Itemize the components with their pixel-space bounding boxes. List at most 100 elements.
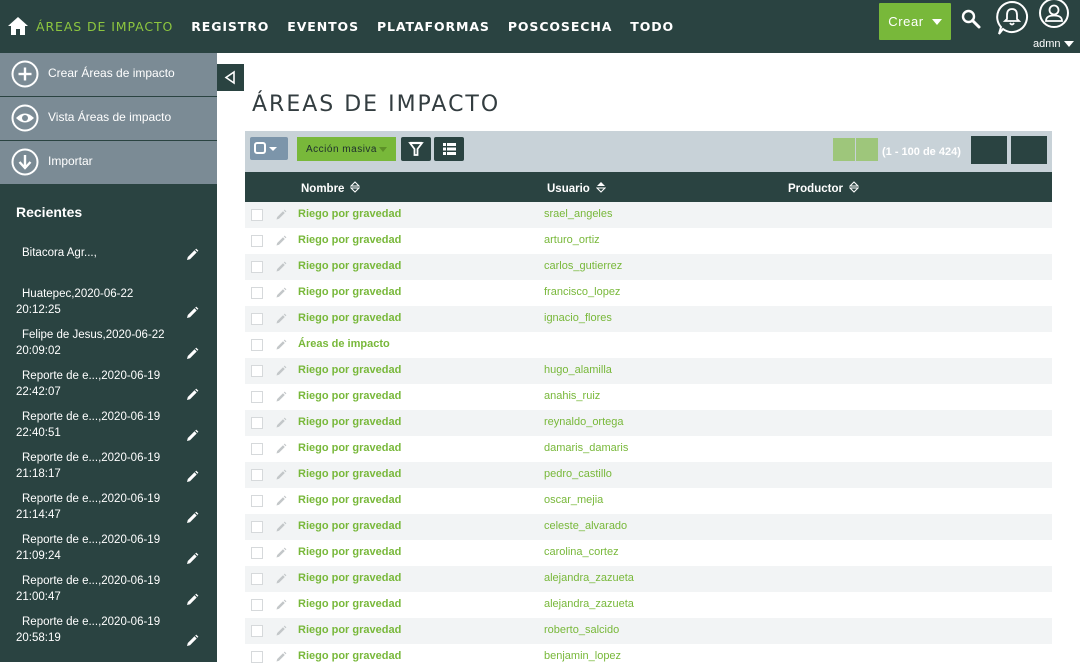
edit-icon[interactable] — [275, 287, 287, 299]
cell-nombre[interactable]: Riego por gravedad — [298, 494, 401, 506]
row-checkbox[interactable] — [251, 495, 263, 507]
nav-item-plataformas[interactable]: PLATAFORMAS — [377, 19, 490, 34]
edit-icon[interactable] — [275, 417, 287, 429]
edit-icon[interactable] — [275, 521, 287, 533]
sidebar-action-vista[interactable]: Vista Áreas de impacto — [0, 97, 217, 141]
cell-nombre[interactable]: Riego por gravedad — [298, 390, 401, 402]
crear-button[interactable]: Crear — [879, 3, 951, 40]
row-checkbox[interactable] — [251, 521, 263, 533]
cell-nombre[interactable]: Riego por gravedad — [298, 208, 401, 220]
nav-item-registro[interactable]: REGISTRO — [191, 19, 269, 34]
previous-page-button[interactable] — [856, 138, 878, 161]
cell-usuario[interactable]: ignacio_flores — [544, 312, 612, 324]
row-checkbox[interactable] — [251, 417, 263, 429]
row-checkbox[interactable] — [251, 651, 263, 663]
recent-item[interactable]: Reporte de e...,2020-06-19 21:09:24 — [0, 534, 217, 575]
cell-usuario[interactable]: benjamin_lopez — [544, 650, 621, 662]
bell-icon[interactable] — [995, 0, 1029, 36]
nav-item-eventos[interactable]: EVENTOS — [287, 19, 359, 34]
cell-usuario[interactable]: alejandra_zazueta — [544, 572, 634, 584]
cell-usuario[interactable]: oscar_mejia — [544, 494, 603, 506]
row-checkbox[interactable] — [251, 235, 263, 247]
cell-usuario[interactable]: celeste_alvarado — [544, 520, 627, 532]
edit-icon[interactable] — [185, 248, 199, 262]
edit-icon[interactable] — [185, 388, 199, 402]
cell-nombre[interactable]: Riego por gravedad — [298, 572, 401, 584]
edit-icon[interactable] — [275, 339, 287, 351]
cell-nombre[interactable]: Áreas de impacto — [298, 338, 390, 350]
cell-nombre[interactable]: Riego por gravedad — [298, 234, 401, 246]
sidebar-collapse-button[interactable] — [217, 64, 244, 91]
cell-nombre[interactable]: Riego por gravedad — [298, 650, 401, 662]
cell-nombre[interactable]: Riego por gravedad — [298, 546, 401, 558]
recent-item[interactable]: Reporte de e...,2020-06-19 22:42:07 — [0, 370, 217, 411]
row-checkbox[interactable] — [251, 287, 263, 299]
row-checkbox[interactable] — [251, 313, 263, 325]
user-icon[interactable] — [1038, 0, 1070, 30]
edit-icon[interactable] — [185, 306, 199, 320]
edit-icon[interactable] — [275, 443, 287, 455]
next-page-button[interactable] — [971, 136, 1007, 164]
last-page-button[interactable] — [1011, 136, 1047, 164]
edit-icon[interactable] — [275, 651, 287, 663]
columns-button[interactable] — [434, 137, 464, 161]
cell-usuario[interactable]: pedro_castillo — [544, 468, 612, 480]
edit-icon[interactable] — [275, 235, 287, 247]
cell-usuario[interactable]: arturo_ortiz — [544, 234, 600, 246]
mass-action-button[interactable]: Acción masiva — [297, 137, 396, 161]
sidebar-action-importar[interactable]: Importar — [0, 141, 217, 185]
edit-icon[interactable] — [275, 365, 287, 377]
column-header-nombre[interactable]: Nombre — [301, 181, 361, 195]
cell-usuario[interactable]: roberto_salcido — [544, 624, 619, 636]
edit-icon[interactable] — [275, 391, 287, 403]
cell-usuario[interactable]: francisco_lopez — [544, 286, 620, 298]
row-checkbox[interactable] — [251, 625, 263, 637]
cell-nombre[interactable]: Riego por gravedad — [298, 286, 401, 298]
edit-icon[interactable] — [275, 547, 287, 559]
user-menu[interactable]: admn — [1033, 38, 1074, 50]
recent-item[interactable]: Reporte de e...,2020-06-19 21:14:47 — [0, 493, 217, 534]
recent-item[interactable]: Huatepec,2020-06-22 20:12:25 — [0, 288, 217, 329]
edit-icon[interactable] — [185, 552, 199, 566]
row-checkbox[interactable] — [251, 339, 263, 351]
cell-nombre[interactable]: Riego por gravedad — [298, 520, 401, 532]
cell-usuario[interactable]: carlos_gutierrez — [544, 260, 622, 272]
row-checkbox[interactable] — [251, 573, 263, 585]
filter-button[interactable] — [401, 137, 431, 161]
column-header-usuario[interactable]: Usuario — [547, 181, 606, 195]
nav-item-areas-de-impacto[interactable]: ÁREAS DE IMPACTO — [36, 19, 173, 34]
cell-usuario[interactable]: srael_angeles — [544, 208, 613, 220]
recent-item[interactable]: Felipe de Jesus,2020-06-22 20:09:02 — [0, 329, 217, 370]
edit-icon[interactable] — [185, 511, 199, 525]
row-checkbox[interactable] — [251, 599, 263, 611]
edit-icon[interactable] — [185, 634, 199, 648]
row-checkbox[interactable] — [251, 261, 263, 273]
edit-icon[interactable] — [275, 313, 287, 325]
edit-icon[interactable] — [275, 469, 287, 481]
row-checkbox[interactable] — [251, 547, 263, 559]
sidebar-action-crear[interactable]: Crear Áreas de impacto — [0, 53, 217, 97]
recent-item[interactable]: Reporte de e...,2020-06-19 21:00:47 — [0, 575, 217, 616]
row-checkbox[interactable] — [251, 443, 263, 455]
cell-nombre[interactable]: Riego por gravedad — [298, 312, 401, 324]
cell-usuario[interactable]: carolina_cortez — [544, 546, 619, 558]
edit-icon[interactable] — [185, 593, 199, 607]
edit-icon[interactable] — [185, 347, 199, 361]
edit-icon[interactable] — [275, 625, 287, 637]
row-checkbox[interactable] — [251, 365, 263, 377]
row-checkbox[interactable] — [251, 469, 263, 481]
recent-item[interactable]: Bitacora Agr..., — [0, 247, 217, 288]
recent-item[interactable]: Reporte de e...,2020-06-19 22:40:51 — [0, 411, 217, 452]
row-checkbox[interactable] — [251, 209, 263, 221]
cell-usuario[interactable]: hugo_alamilla — [544, 364, 612, 376]
edit-icon[interactable] — [275, 261, 287, 273]
search-icon[interactable] — [960, 8, 982, 30]
edit-icon[interactable] — [275, 573, 287, 585]
edit-icon[interactable] — [275, 209, 287, 221]
edit-icon[interactable] — [275, 495, 287, 507]
first-page-button[interactable] — [833, 138, 855, 161]
cell-nombre[interactable]: Riego por gravedad — [298, 364, 401, 376]
cell-usuario[interactable]: damaris_damaris — [544, 442, 628, 454]
row-checkbox[interactable] — [251, 391, 263, 403]
cell-usuario[interactable]: anahis_ruiz — [544, 390, 600, 402]
